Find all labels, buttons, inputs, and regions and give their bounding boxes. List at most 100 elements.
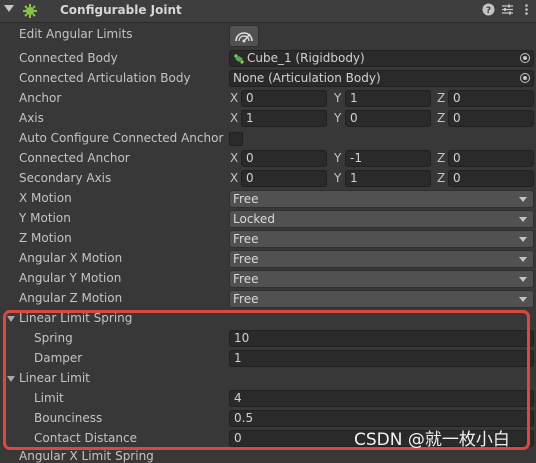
more-options-icon[interactable]: [519, 3, 533, 17]
anchor-x-field[interactable]: 0: [241, 90, 327, 107]
linear-limit-spring-foldout[interactable]: Linear Limit Spring: [0, 309, 536, 329]
connected-anchor-x-field[interactable]: 0: [241, 150, 327, 167]
z-motion-row: Z Motion Free: [0, 229, 536, 249]
angular-x-motion-value: Free: [233, 252, 259, 266]
y-motion-row: Y Motion Locked: [0, 209, 536, 229]
edit-angular-limits-button[interactable]: [229, 25, 259, 47]
chevron-down-icon: [519, 257, 527, 262]
connected-articulation-body-row: Connected Articulation Body None (Articu…: [0, 69, 536, 89]
foldout-arrow-icon[interactable]: [7, 376, 15, 382]
connected-articulation-body-value: None (Articulation Body): [233, 71, 381, 85]
connected-body-value: Cube_1 (Rigidbody): [247, 51, 365, 65]
z-axis-label: Z: [437, 111, 446, 125]
spring-label: Spring: [34, 331, 73, 345]
axis-x-field[interactable]: 1: [241, 110, 327, 127]
edit-angular-limits-row: Edit Angular Limits: [0, 26, 536, 46]
x-motion-dropdown[interactable]: Free: [229, 190, 534, 208]
y-axis-label: Y: [334, 151, 342, 165]
z-axis-label: Z: [437, 151, 446, 165]
connected-body-row: Connected Body Cube_1 (Rigidbody): [0, 49, 536, 69]
y-axis-label: Y: [334, 171, 342, 185]
object-picker-icon[interactable]: [520, 53, 530, 63]
anchor-label: Anchor: [19, 91, 62, 105]
secondary-axis-x-field[interactable]: 0: [241, 170, 327, 187]
edit-collider-icon: [235, 32, 253, 43]
foldout-arrow-icon[interactable]: [4, 5, 14, 12]
angular-x-motion-label: Angular X Motion: [19, 251, 123, 265]
connected-anchor-y-field[interactable]: -1: [345, 150, 431, 167]
spring-row: Spring 10: [0, 329, 536, 349]
angular-x-motion-dropdown[interactable]: Free: [229, 250, 534, 268]
damper-row: Damper 1: [0, 349, 536, 369]
connected-articulation-body-field[interactable]: None (Articulation Body): [229, 70, 534, 87]
z-motion-label: Z Motion: [19, 231, 72, 245]
z-motion-dropdown[interactable]: Free: [229, 230, 534, 248]
foldout-arrow-icon[interactable]: [7, 316, 15, 322]
component-title: Configurable Joint: [60, 3, 182, 17]
limit-label: Limit: [34, 391, 64, 405]
x-axis-label: X: [230, 111, 239, 125]
secondary-axis-z-field[interactable]: 0: [448, 170, 534, 187]
connected-anchor-label: Connected Anchor: [19, 151, 130, 165]
secondary-axis-label: Secondary Axis: [19, 171, 112, 185]
connected-anchor-z-field[interactable]: 0: [448, 150, 534, 167]
anchor-z-field[interactable]: 0: [448, 90, 534, 107]
chevron-down-icon: [519, 217, 527, 222]
component-header[interactable]: Configurable Joint ?: [0, 0, 536, 23]
auto-configure-checkbox[interactable]: [229, 132, 243, 146]
limit-field[interactable]: 4: [229, 390, 534, 407]
linear-limit-foldout[interactable]: Linear Limit: [0, 369, 536, 389]
angular-z-motion-dropdown[interactable]: Free: [229, 290, 534, 308]
z-motion-value: Free: [233, 232, 259, 246]
axis-row: Axis X 1 Y 0 Z 0: [0, 109, 536, 129]
x-axis-label: X: [230, 171, 239, 185]
spring-field[interactable]: 10: [229, 330, 534, 347]
chevron-down-icon: [519, 297, 527, 302]
help-icon[interactable]: ?: [481, 3, 495, 17]
angular-y-motion-label: Angular Y Motion: [19, 271, 122, 285]
chevron-down-icon: [519, 197, 527, 202]
linear-limit-label: Linear Limit: [19, 371, 90, 385]
chevron-down-icon: [519, 237, 527, 242]
anchor-y-field[interactable]: 1: [345, 90, 431, 107]
x-motion-label: X Motion: [19, 191, 72, 205]
y-axis-label: Y: [334, 91, 342, 105]
connected-body-field[interactable]: Cube_1 (Rigidbody): [229, 50, 534, 67]
x-motion-row: X Motion Free: [0, 189, 536, 209]
angular-y-motion-dropdown[interactable]: Free: [229, 270, 534, 288]
watermark: CSDN @就一枚小白: [354, 430, 510, 450]
y-motion-value: Locked: [233, 212, 275, 226]
angular-z-motion-label: Angular Z Motion: [19, 291, 123, 305]
secondary-axis-row: Secondary Axis X 0 Y 1 Z 0: [0, 169, 536, 189]
connected-anchor-row: Connected Anchor X 0 Y -1 Z 0: [0, 149, 536, 169]
damper-label: Damper: [34, 351, 83, 365]
auto-configure-label: Auto Configure Connected Anchor: [19, 131, 224, 145]
limit-row: Limit 4: [0, 389, 536, 409]
axis-z-field[interactable]: 0: [448, 110, 534, 127]
angular-x-limit-spring-partial-label: Angular X Limit Spring: [19, 449, 154, 463]
y-axis-label: Y: [334, 111, 342, 125]
connected-articulation-body-label: Connected Articulation Body: [19, 71, 191, 85]
angular-y-motion-value: Free: [233, 272, 259, 286]
svg-text:?: ?: [485, 6, 490, 16]
x-motion-value: Free: [233, 192, 259, 206]
angular-z-motion-row: Angular Z Motion Free: [0, 289, 536, 309]
connected-body-label: Connected Body: [19, 51, 118, 65]
secondary-axis-y-field[interactable]: 1: [345, 170, 431, 187]
angular-y-motion-row: Angular Y Motion Free: [0, 269, 536, 289]
z-axis-label: Z: [437, 91, 446, 105]
y-motion-label: Y Motion: [19, 211, 71, 225]
auto-configure-row: Auto Configure Connected Anchor: [0, 129, 536, 149]
axis-y-field[interactable]: 0: [345, 110, 431, 127]
preset-icon[interactable]: [500, 3, 514, 17]
contact-distance-label: Contact Distance: [34, 431, 137, 445]
damper-field[interactable]: 1: [229, 350, 534, 367]
y-motion-dropdown[interactable]: Locked: [229, 210, 534, 228]
x-axis-label: X: [230, 151, 239, 165]
angular-z-motion-value: Free: [233, 292, 259, 306]
configurable-joint-icon: [23, 4, 37, 18]
object-picker-icon[interactable]: [520, 73, 530, 83]
rigidbody-icon: [234, 54, 244, 64]
z-axis-label: Z: [437, 171, 446, 185]
anchor-row: Anchor X 0 Y 1 Z 0: [0, 89, 536, 109]
